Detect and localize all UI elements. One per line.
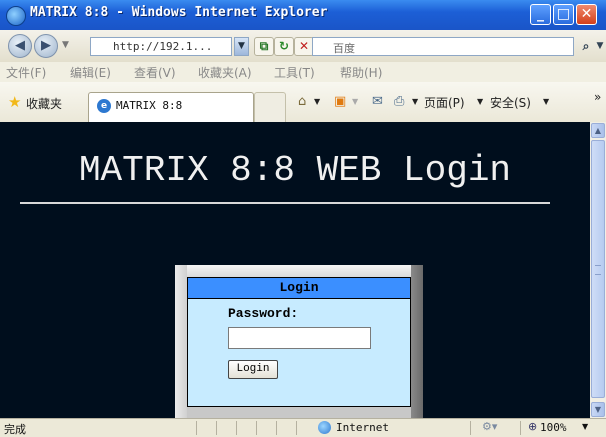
internet-explorer-icon [6, 6, 26, 26]
maximize-button[interactable]: □ [553, 4, 574, 25]
back-arrow-icon[interactable]: ◀ [8, 34, 32, 58]
status-divider [236, 421, 237, 435]
search-options-dropdown-icon[interactable]: ▼ [594, 37, 606, 56]
menu-bar: 文件(F) 编辑(E) 查看(V) 收藏夹(A) 工具(T) 帮助(H) [0, 62, 606, 83]
status-divider [256, 421, 257, 435]
address-dropdown-icon[interactable]: ▼ [234, 37, 249, 56]
menu-file[interactable]: 文件(F) [6, 64, 46, 81]
internet-zone-globe-icon [318, 421, 331, 434]
status-divider [196, 421, 197, 435]
recent-pages-dropdown-icon[interactable]: ▼ [62, 40, 69, 50]
browser-tab[interactable]: e MATRIX 8:8 [88, 92, 254, 122]
menu-view[interactable]: 查看(V) [134, 64, 176, 81]
status-divider [296, 421, 297, 435]
home-icon[interactable]: ⌂ [298, 94, 306, 109]
frame-bevel-left [175, 265, 187, 418]
login-header: Login [188, 278, 410, 299]
search-input[interactable]: 百度 [312, 37, 574, 56]
menu-tools[interactable]: 工具(T) [274, 64, 315, 81]
page-menu-dropdown-icon[interactable]: ▼ [477, 97, 483, 106]
new-tab-button[interactable] [254, 92, 286, 122]
vertical-scrollbar[interactable]: ▲ ▼ [590, 122, 606, 418]
protected-mode-icon[interactable]: ⚙▾ [482, 420, 497, 433]
tab-title: MATRIX 8:8 [116, 99, 183, 112]
zoom-dropdown-icon[interactable]: ▼ [582, 422, 588, 431]
address-input[interactable]: http://192.1... [90, 37, 232, 56]
toolbar-overflow-chevron[interactable]: » [594, 90, 601, 104]
password-field[interactable] [228, 327, 371, 349]
login-panel: Login Password: Login [187, 277, 411, 407]
safety-menu[interactable]: 安全(S) [490, 94, 531, 111]
password-label: Password: [228, 306, 299, 321]
feeds-icon[interactable]: ▣ [334, 94, 346, 109]
scroll-up-arrow-icon[interactable]: ▲ [591, 123, 605, 138]
compatibility-view-icon[interactable]: ⧉ [254, 37, 274, 56]
status-divider [470, 421, 471, 435]
status-divider [276, 421, 277, 435]
favorites-bar: ★ 收藏夹 e MATRIX 8:8 ⌂ ▼ ▣ ▼ ✉ ⎙ ▼ 页面(P) ▼… [0, 82, 606, 123]
status-divider [216, 421, 217, 435]
window-titlebar: MATRIX 8:8 - Windows Internet Explorer _… [0, 0, 606, 30]
page-content: MATRIX 8:8 WEB Login Login Password: Log… [0, 122, 590, 418]
login-frame: Login Password: Login [175, 265, 423, 418]
read-mail-icon[interactable]: ✉ [372, 94, 383, 109]
status-bar: 完成 Internet ⚙▾ ⊕ 100% ▼ [0, 418, 606, 437]
window-title: MATRIX 8:8 - Windows Internet Explorer [30, 5, 328, 20]
favorites-button[interactable]: 收藏夹 [26, 95, 62, 112]
tab-ie-icon: e [97, 99, 111, 113]
address-toolbar: ◀ ▶ ▼ e http://192.1... ▼ ⧉ ↻ ✕ 百度 ⌕ ▼ [0, 30, 606, 63]
print-icon[interactable]: ⎙ [394, 94, 404, 109]
forward-arrow-icon[interactable]: ▶ [34, 34, 58, 58]
minimize-button[interactable]: _ [530, 4, 551, 25]
scrollbar-thumb[interactable] [591, 140, 605, 398]
zoom-level[interactable]: 100% [540, 421, 567, 434]
safety-menu-dropdown-icon[interactable]: ▼ [543, 97, 549, 106]
status-divider [520, 421, 521, 435]
security-zone[interactable]: Internet [336, 421, 389, 434]
refresh-icon[interactable]: ↻ [274, 37, 294, 56]
heading-divider [20, 202, 550, 204]
close-button[interactable]: ✕ [576, 4, 597, 25]
scrollbar-grip [595, 265, 601, 275]
menu-edit[interactable]: 编辑(E) [70, 64, 111, 81]
feeds-dropdown-icon[interactable]: ▼ [352, 97, 358, 106]
search-go-icon[interactable]: ⌕ [578, 37, 594, 56]
print-dropdown-icon[interactable]: ▼ [412, 97, 418, 106]
zoom-magnifier-icon[interactable]: ⊕ [528, 420, 537, 433]
login-button[interactable]: Login [228, 360, 278, 379]
stop-icon[interactable]: ✕ [294, 37, 314, 56]
menu-help[interactable]: 帮助(H) [340, 64, 382, 81]
favorites-star-icon[interactable]: ★ [8, 95, 21, 110]
frame-bevel-right [411, 265, 423, 418]
status-text: 完成 [4, 423, 26, 436]
scroll-down-arrow-icon[interactable]: ▼ [591, 402, 605, 417]
home-dropdown-icon[interactable]: ▼ [314, 97, 320, 106]
page-menu[interactable]: 页面(P) [424, 94, 465, 111]
menu-favorites[interactable]: 收藏夹(A) [198, 64, 252, 81]
page-title: MATRIX 8:8 WEB Login [78, 150, 512, 191]
frame-bevel-top [187, 265, 411, 277]
